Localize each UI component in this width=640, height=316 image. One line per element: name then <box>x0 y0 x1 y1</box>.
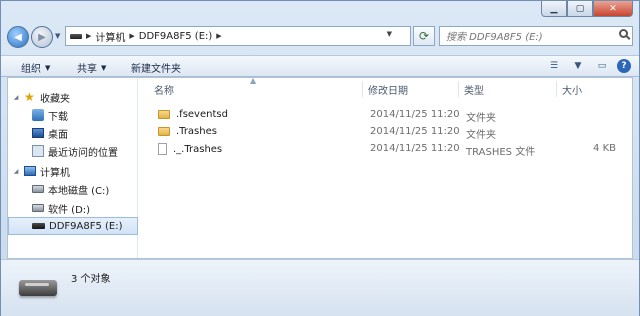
close-icon: ✕ <box>609 3 617 14</box>
column-header-name[interactable]: 名称 <box>154 82 174 97</box>
history-dropdown[interactable]: ▼ <box>55 32 63 42</box>
navigation-pane: ◢ ★ 收藏夹 下载 桌面 最近访问的位置 ◢ 计算机 本地磁盘 (C:) 软件… <box>8 78 138 258</box>
external-drive-icon <box>19 280 57 296</box>
chevron-down-icon: ▼ <box>45 63 51 72</box>
file-size: 4 KB <box>593 143 616 154</box>
nav-computer[interactable]: ◢ 计算机 <box>8 162 138 180</box>
view-controls: ☰ ▼ ▭ ? <box>545 59 631 73</box>
maximize-icon: ▢ <box>575 3 585 14</box>
star-icon: ★ <box>24 90 35 104</box>
new-folder-button[interactable]: 新建文件夹 <box>131 60 181 75</box>
sort-arrow-icon: ▲ <box>250 76 257 85</box>
column-divider[interactable] <box>556 81 557 97</box>
minimize-icon: ▁ <box>550 3 558 14</box>
close-button[interactable]: ✕ <box>593 1 633 17</box>
nav-software[interactable]: 软件 (D:) <box>8 199 138 217</box>
drive-icon <box>70 33 82 39</box>
share-button[interactable]: 共享 ▼ <box>77 60 107 76</box>
search-icon[interactable] <box>619 29 628 38</box>
file-type: 文件夹 <box>466 130 496 141</box>
nav-external-drive[interactable]: DDF9A8F5 (E:) <box>8 217 138 235</box>
nav-downloads[interactable]: 下载 <box>8 106 138 124</box>
help-icon[interactable]: ? <box>617 59 631 73</box>
forward-button[interactable]: ▶ <box>31 26 53 48</box>
back-button[interactable]: ◀ <box>7 26 29 48</box>
column-header-type[interactable]: 类型 <box>464 82 484 97</box>
table-row[interactable]: .Trashes 2014/11/25 11:20 文件夹 <box>148 124 632 141</box>
file-name: .Trashes <box>176 126 217 137</box>
table-row[interactable]: .fseventsd 2014/11/25 11:20 文件夹 <box>148 107 632 124</box>
column-header-size[interactable]: 大小 <box>562 82 582 97</box>
folder-icon <box>158 110 170 119</box>
chevron-down-icon[interactable]: ◢ <box>12 168 20 175</box>
external-drive-icon <box>32 223 45 229</box>
chevron-right-icon[interactable]: ▶ <box>216 32 221 40</box>
nav-local-disk[interactable]: 本地磁盘 (C:) <box>8 180 138 198</box>
download-icon <box>32 109 44 121</box>
caption-buttons: ▁ ▢ ✕ <box>541 1 633 17</box>
column-divider[interactable] <box>362 81 363 97</box>
nav-desktop[interactable]: 桌面 <box>8 124 138 142</box>
refresh-button[interactable]: ⟳ <box>413 26 435 46</box>
refresh-icon: ⟳ <box>418 29 430 43</box>
details-pane: 3 个对象 <box>1 259 639 316</box>
organize-button[interactable]: 组织 ▼ <box>21 60 51 76</box>
address-bar[interactable]: ▶ 计算机 ▶ DDF9A8F5 (E:) ▶ ▼ <box>65 26 411 46</box>
disk-icon <box>32 204 44 212</box>
column-divider[interactable] <box>458 81 459 97</box>
chevron-down-icon[interactable]: ◢ <box>12 94 20 101</box>
breadcrumb-drive[interactable]: DDF9A8F5 (E:) <box>139 31 213 42</box>
search-input[interactable] <box>444 28 616 46</box>
table-row[interactable]: ._.Trashes 2014/11/25 11:20 TRASHES 文件 4… <box>148 141 632 158</box>
main-area: ◢ ★ 收藏夹 下载 桌面 最近访问的位置 ◢ 计算机 本地磁盘 (C:) 软件… <box>7 76 633 259</box>
file-name: ._.Trashes <box>173 143 223 155</box>
search-box <box>439 26 633 46</box>
windows-disk-icon <box>32 185 44 193</box>
chevron-right-icon[interactable]: ▶ <box>86 32 91 40</box>
computer-icon <box>24 166 36 176</box>
breadcrumb-computer[interactable]: 计算机 <box>95 29 125 44</box>
nav-recent[interactable]: 最近访问的位置 <box>8 142 138 160</box>
file-date: 2014/11/25 11:20 <box>370 143 460 154</box>
address-row: ◀ ▶ ▼ ▶ 计算机 ▶ DDF9A8F5 (E:) ▶ ▼ ⟳ <box>1 23 639 51</box>
folder-icon <box>158 127 170 136</box>
file-date: 2014/11/25 11:20 <box>370 109 460 120</box>
change-view-icon[interactable]: ☰ <box>545 59 563 73</box>
file-list: ▲ 名称 修改日期 类型 大小 .fseventsd 2014/11/25 11… <box>148 76 632 258</box>
preview-pane-icon[interactable]: ▭ <box>593 59 611 73</box>
file-type: 文件夹 <box>466 113 496 124</box>
column-header-date[interactable]: 修改日期 <box>368 82 408 97</box>
command-bar: 组织 ▼ 共享 ▼ 新建文件夹 ☰ ▼ ▭ ? <box>1 55 639 77</box>
maximize-button[interactable]: ▢ <box>567 1 593 17</box>
nav-favorites[interactable]: ◢ ★ 收藏夹 <box>8 88 138 106</box>
item-count: 3 个对象 <box>71 274 111 285</box>
recent-places-icon <box>32 145 44 157</box>
view-dropdown-icon[interactable]: ▼ <box>569 59 587 73</box>
explorer-window: ▁ ▢ ✕ ◀ ▶ ▼ ▶ 计算机 ▶ DDF9A8F5 (E:) ▶ ▼ ⟳ … <box>0 0 640 316</box>
arrow-left-icon: ◀ <box>14 31 22 43</box>
desktop-icon <box>32 128 44 138</box>
chevron-down-icon: ▼ <box>55 32 61 40</box>
minimize-button[interactable]: ▁ <box>541 1 567 17</box>
file-name: .fseventsd <box>176 109 228 120</box>
arrow-right-icon: ▶ <box>38 31 46 43</box>
chevron-right-icon[interactable]: ▶ <box>129 32 134 40</box>
file-icon <box>158 143 167 155</box>
chevron-down-icon: ▼ <box>101 63 107 72</box>
file-date: 2014/11/25 11:20 <box>370 126 460 137</box>
file-type: TRASHES 文件 <box>466 147 536 158</box>
address-dropdown-icon[interactable]: ▼ <box>387 30 392 38</box>
